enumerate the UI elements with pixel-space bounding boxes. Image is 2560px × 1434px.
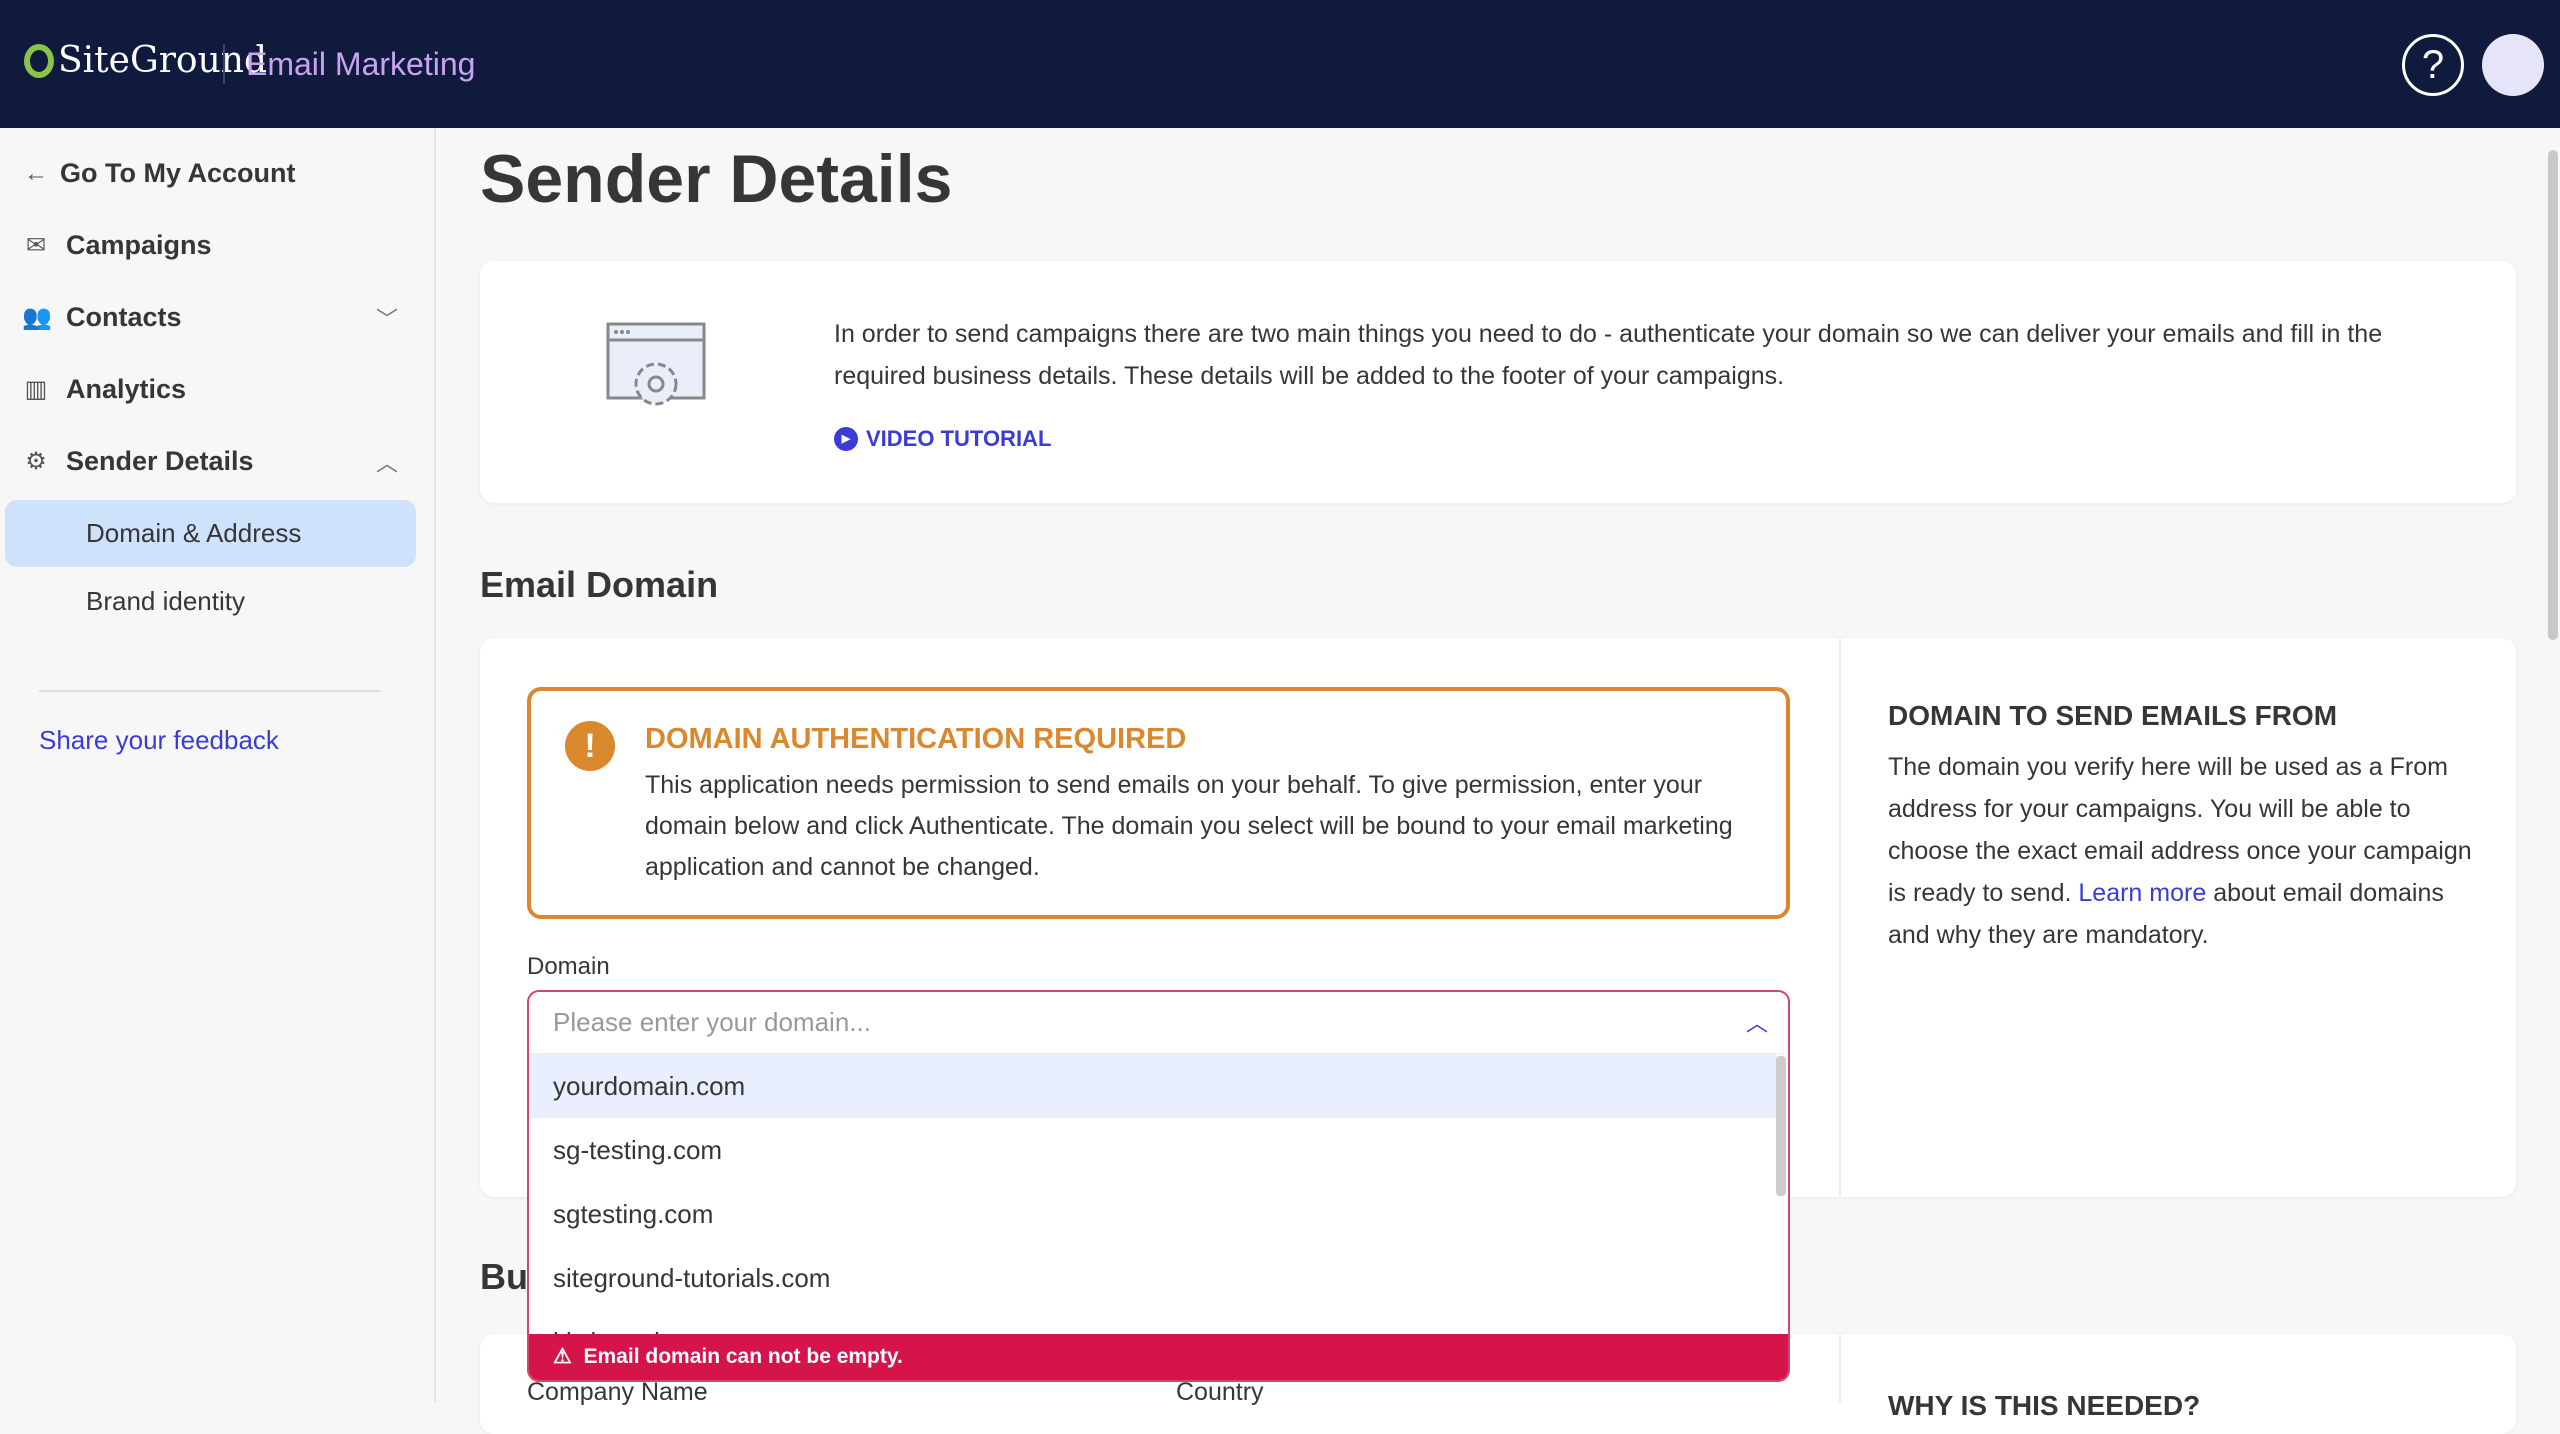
domain-dropdown[interactable]: Please enter your domain... ︿ yourdomain… [527,990,1790,1382]
error-message: ⚠ Email domain can not be empty. [529,1334,1788,1380]
dropdown-option[interactable]: sg-testing.com [529,1118,1777,1182]
divider [1839,638,1841,1197]
label: Contacts [66,302,182,332]
sidebar: ← Go To My Account ✉ Campaigns 👥 Contacts ﹀… [0,128,436,1402]
chevron-up-icon[interactable]: ︿ [376,446,398,478]
intro-text: In order to send campaigns there are two… [834,320,2383,390]
logo-text: SiteGround [58,40,268,81]
company-name-label: Company Name [527,1378,708,1406]
sidebar-item-contacts[interactable]: 👥 Contacts [22,302,182,333]
divider [39,690,380,692]
gear-icon: ⚙ [25,448,47,475]
arrow-left-icon: ← [24,159,48,187]
label: Sender Details [66,446,254,476]
warning-text: This application needs permission to sen… [645,771,1733,881]
page-scrollbar[interactable] [2548,150,2558,640]
play-icon: ▶ [834,427,858,451]
warning-title: DOMAIN AUTHENTICATION REQUIRED [645,723,1187,755]
top-bar: SiteGround Email Marketing ? [0,0,2560,128]
warning-icon: ⚠ [553,1345,572,1368]
sidebar-item-sender-details[interactable]: ⚙ Sender Details [22,446,254,477]
divider [223,44,225,84]
share-feedback-link[interactable]: Share your feedback [39,725,279,756]
sidebar-item-campaigns[interactable]: ✉ Campaigns [22,230,212,261]
label: VIDEO TUTORIAL [866,426,1052,451]
chart-icon: ▥ [24,376,48,403]
dropdown-scrollbar[interactable] [1776,1056,1786,1196]
sidebar-item-analytics[interactable]: ▥ Analytics [22,374,186,405]
domain-info-title: DOMAIN TO SEND EMAILS FROM [1888,700,2338,731]
video-tutorial-link[interactable]: ▶ VIDEO TUTORIAL [834,426,1051,452]
country-label: Country [1176,1378,1264,1406]
mail-icon: ✉ [25,232,47,259]
label: Analytics [66,374,187,404]
go-to-my-account-link[interactable]: ← Go To My Account [22,158,296,189]
browser-gear-icon [606,322,706,406]
divider [1839,1334,1841,1404]
domain-auth-warning: ! DOMAIN AUTHENTICATION REQUIRED This ap… [527,687,1790,919]
email-domain-heading: Email Domain [480,564,719,605]
page-title: Sender Details [480,141,953,217]
sidebar-item-domain-address[interactable]: Domain & Address [5,500,416,567]
why-needed-title: WHY IS THIS NEEDED? [1888,1390,2201,1421]
label: Campaigns [66,230,212,260]
label: Go To My Account [60,158,296,188]
users-icon: 👥 [22,304,52,331]
sidebar-item-brand-identity[interactable]: Brand identity [5,568,416,635]
dropdown-option[interactable]: yourdomain.com [529,1054,1777,1118]
siteground-logo[interactable]: SiteGround [24,40,267,81]
dropdown-option[interactable]: sgtesting.com [529,1182,1777,1246]
chevron-down-icon[interactable]: ﹀ [376,302,398,334]
app-name: Email Marketing [246,46,476,82]
learn-more-link[interactable]: Learn more [2078,879,2206,907]
help-button[interactable]: ? [2402,34,2464,96]
domain-info-text: The domain you verify here will be used … [1888,746,2488,956]
error-text: Email domain can not be empty. [583,1345,903,1368]
dropdown-option[interactable]: siteground-tutorials.com [529,1246,1777,1310]
exclamation-icon: ! [565,721,615,771]
domain-label: Domain [527,953,610,980]
domain-input[interactable]: Please enter your domain... [529,992,1788,1054]
chevron-up-icon[interactable]: ︿ [1746,1006,1768,1038]
avatar[interactable] [2482,34,2544,96]
logo-swirl-icon [24,43,54,78]
